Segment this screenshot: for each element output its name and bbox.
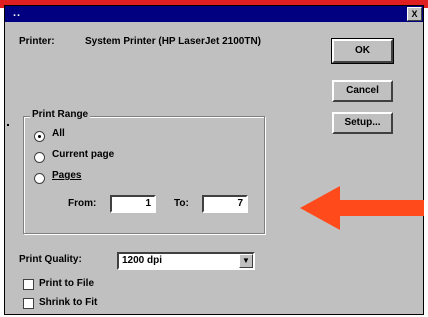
printer-name: System Printer (HP LaserJet 2100TN) [85,36,262,47]
cancel-button[interactable]: Cancel [332,80,393,102]
print-dialog: .. X Printer: System Printer (HP LaserJe… [4,5,424,315]
print-quality-select[interactable]: 1200 dpi ▼ [117,252,255,270]
ok-button[interactable]: OK [331,38,394,64]
title-bar: .. X [5,6,423,22]
radio-pages[interactable] [34,173,45,184]
radio-all-label: All [52,128,65,139]
print-range-group: Print Range All Current page Pages From:… [23,109,265,234]
window-title: .. [13,7,22,19]
print-quality-label: Print Quality: [19,254,82,265]
radio-current-page[interactable] [34,152,45,163]
cursor-mark [7,124,9,126]
close-button[interactable]: X [407,7,422,21]
shrink-to-fit-checkbox[interactable] [23,298,34,309]
chevron-down-icon[interactable]: ▼ [239,254,253,268]
arrow-left-icon [300,186,424,230]
from-field[interactable]: 1 [110,195,156,213]
to-label: To: [174,198,189,209]
setup-button[interactable]: Setup... [332,112,393,134]
radio-pages-label: Pages [52,170,82,181]
print-quality-value: 1200 dpi [122,255,163,266]
shrink-to-fit-label: Shrink to Fit [39,297,98,308]
print-to-file-checkbox[interactable] [23,279,34,290]
print-to-file-label: Print to File [39,278,94,289]
radio-current-page-label: Current page [52,149,115,160]
to-field[interactable]: 7 [202,195,248,213]
print-range-legend: Print Range [30,109,91,120]
from-label: From: [68,198,97,209]
radio-all[interactable] [34,131,45,142]
printer-label: Printer: [19,36,55,47]
